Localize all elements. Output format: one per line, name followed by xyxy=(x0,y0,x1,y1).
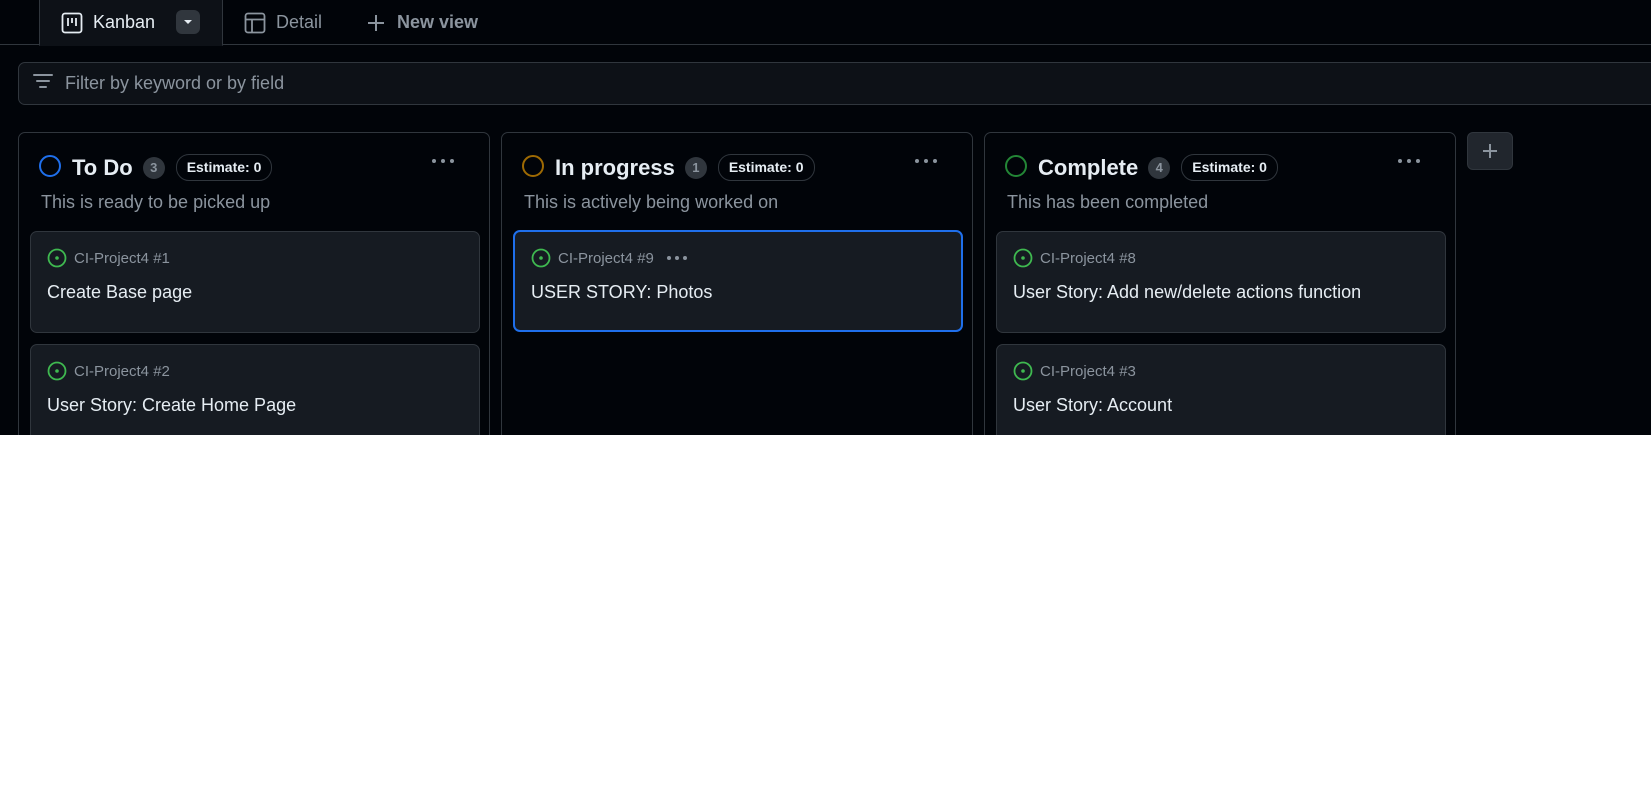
table-icon xyxy=(244,12,266,34)
issue-card[interactable]: CI-Project4 #1 Create Base page xyxy=(30,231,480,333)
issue-title[interactable]: USER STORY: Photos xyxy=(531,282,712,303)
column-menu-button[interactable] xyxy=(910,147,942,175)
status-circle-icon xyxy=(39,155,61,177)
kebab-horizontal-icon xyxy=(915,159,937,163)
issue-ref[interactable]: CI-Project4 #3 xyxy=(1040,363,1136,380)
column-header: To Do 3 Estimate: 0 This is ready to be … xyxy=(19,133,489,223)
item-count-badge: 4 xyxy=(1148,156,1171,179)
column-description: This is ready to be picked up xyxy=(41,192,271,212)
column-title-row: To Do 3 Estimate: 0 xyxy=(72,154,273,181)
plus-icon xyxy=(365,12,387,34)
column-header: Complete 4 Estimate: 0 This has been com… xyxy=(985,133,1455,223)
card-meta: CI-Project4 #3 xyxy=(1013,361,1136,381)
add-column-button[interactable] xyxy=(1467,132,1513,170)
column-title: Complete xyxy=(1038,154,1139,180)
column-menu-button[interactable] xyxy=(1393,147,1425,175)
issue-title[interactable]: User Story: Account xyxy=(1013,395,1172,416)
filter-bar xyxy=(18,62,1651,105)
issue-ref[interactable]: CI-Project4 #2 xyxy=(74,363,170,380)
plus-icon xyxy=(1483,144,1497,158)
issue-opened-icon xyxy=(531,248,551,268)
issue-card[interactable]: CI-Project4 #3 User Story: Account xyxy=(996,344,1446,435)
column-description: This has been completed xyxy=(1007,192,1209,212)
project-board-icon xyxy=(61,12,83,34)
issue-title[interactable]: User Story: Add new/delete actions funct… xyxy=(1013,282,1361,303)
kebab-horizontal-icon xyxy=(1398,159,1420,163)
column-in-progress: In progress 1 Estimate: 0 This is active… xyxy=(501,132,973,435)
column-menu-button[interactable] xyxy=(427,147,459,175)
chevron-down-icon[interactable] xyxy=(176,10,200,34)
card-meta: CI-Project4 #1 xyxy=(47,248,170,268)
issue-card[interactable]: CI-Project4 #2 User Story: Create Home P… xyxy=(30,344,480,435)
issue-opened-icon xyxy=(1013,248,1033,268)
new-view-label: New view xyxy=(397,12,479,32)
issue-title[interactable]: User Story: Create Home Page xyxy=(47,395,296,416)
issue-card[interactable]: CI-Project4 #9 USER STORY: Photos xyxy=(513,230,963,332)
view-tab-bar: Kanban Detail New view xyxy=(0,0,1651,46)
kebab-horizontal-icon xyxy=(432,159,454,163)
card-meta: CI-Project4 #9 xyxy=(531,248,688,268)
kebab-horizontal-icon xyxy=(666,256,687,260)
tab-detail-label: Detail xyxy=(276,12,323,32)
issue-card[interactable]: CI-Project4 #8 User Story: Add new/delet… xyxy=(996,231,1446,333)
issue-opened-icon xyxy=(47,248,67,268)
tab-kanban[interactable]: Kanban xyxy=(39,0,223,46)
new-view-button[interactable]: New view xyxy=(365,0,478,45)
estimate-badge: Estimate: 0 xyxy=(175,154,273,181)
card-meta: CI-Project4 #2 xyxy=(47,361,170,381)
estimate-badge: Estimate: 0 xyxy=(1181,154,1278,181)
filter-input[interactable] xyxy=(65,73,965,94)
column-description: This is actively being worked on xyxy=(524,192,779,212)
issue-opened-icon xyxy=(1013,361,1033,381)
column-title: In progress xyxy=(555,154,675,180)
card-meta: CI-Project4 #8 xyxy=(1013,248,1136,268)
column-complete: Complete 4 Estimate: 0 This has been com… xyxy=(984,132,1456,435)
status-circle-icon xyxy=(522,155,544,177)
status-circle-icon xyxy=(1005,155,1027,177)
issue-title[interactable]: Create Base page xyxy=(47,282,192,303)
column-title: To Do xyxy=(72,154,133,180)
issue-opened-icon xyxy=(47,361,67,381)
tab-detail[interactable]: Detail xyxy=(244,0,322,45)
item-count-badge: 1 xyxy=(684,156,707,179)
tab-kanban-label: Kanban xyxy=(93,12,156,32)
card-menu-button[interactable] xyxy=(666,255,688,261)
estimate-badge: Estimate: 0 xyxy=(717,154,815,181)
column-title-row: In progress 1 Estimate: 0 xyxy=(555,154,815,181)
issue-ref[interactable]: CI-Project4 #8 xyxy=(1040,250,1136,267)
column-header: In progress 1 Estimate: 0 This is active… xyxy=(502,133,972,223)
issue-ref[interactable]: CI-Project4 #1 xyxy=(74,250,170,267)
project-board: Kanban Detail New view Filter by keyword… xyxy=(0,0,1651,435)
column-todo: To Do 3 Estimate: 0 This is ready to be … xyxy=(18,132,490,435)
item-count-badge: 3 xyxy=(142,156,165,179)
filter-icon xyxy=(33,73,53,94)
issue-ref[interactable]: CI-Project4 #9 xyxy=(558,250,654,267)
column-title-row: Complete 4 Estimate: 0 xyxy=(1038,154,1278,181)
